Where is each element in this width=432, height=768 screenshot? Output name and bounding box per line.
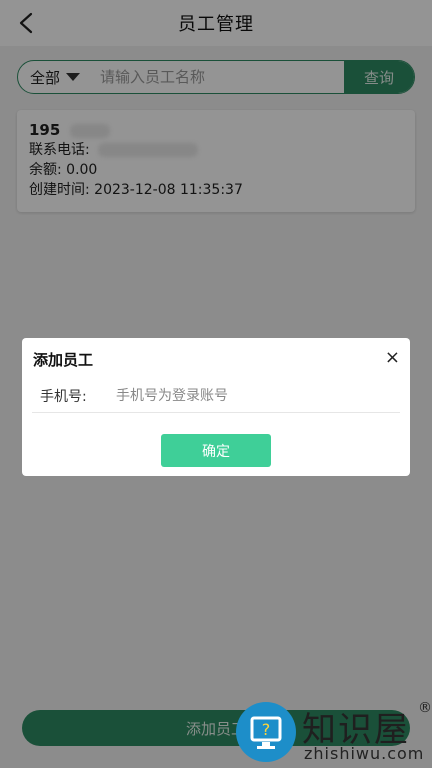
add-employee-dialog: 添加员工 × 手机号: 确定 bbox=[22, 338, 410, 476]
monitor-question-icon: ? bbox=[250, 716, 282, 749]
svg-text:?: ? bbox=[262, 720, 271, 739]
phone-input[interactable] bbox=[114, 387, 400, 405]
phone-field-row: 手机号: bbox=[32, 380, 400, 413]
watermark-logo: ? bbox=[236, 702, 296, 762]
watermark-registered: ® bbox=[418, 700, 432, 716]
dialog-title: 添加员工 bbox=[33, 351, 94, 369]
close-icon[interactable]: × bbox=[385, 349, 400, 367]
watermark: ? 知识屋 ® zhishiwu.com bbox=[232, 698, 432, 768]
phone-label: 手机号: bbox=[40, 389, 87, 405]
watermark-url: zhishiwu.com bbox=[304, 744, 425, 763]
confirm-button[interactable]: 确定 bbox=[161, 434, 271, 467]
